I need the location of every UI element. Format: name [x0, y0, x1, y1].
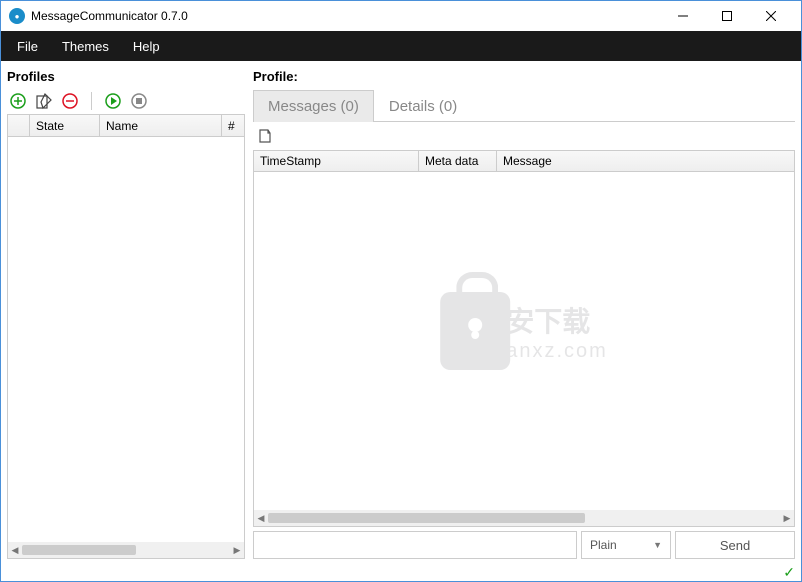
tab-details[interactable]: Details (0) — [374, 90, 472, 122]
format-select-value: Plain — [590, 538, 617, 552]
profiles-table: State Name # ◀ ▶ — [7, 114, 245, 559]
message-input[interactable] — [253, 531, 577, 559]
menu-themes[interactable]: Themes — [50, 33, 121, 60]
status-bar: ✓ — [1, 563, 801, 581]
status-ok-icon: ✓ — [783, 564, 795, 581]
profile-header: Profile: — [253, 69, 795, 84]
lock-icon — [440, 292, 510, 370]
messages-table-body[interactable]: 安下载 anxz.com ◀ ▶ — [253, 172, 795, 527]
menu-file[interactable]: File — [5, 33, 50, 60]
window-title: MessageCommunicator 0.7.0 — [31, 9, 661, 23]
profiles-col-blank[interactable] — [8, 115, 30, 136]
toolbar-separator — [91, 92, 92, 110]
add-profile-button[interactable] — [7, 90, 29, 112]
messages-col-message[interactable]: Message — [497, 151, 794, 171]
messages-toolbar — [253, 122, 795, 150]
profiles-header: Profiles — [7, 69, 245, 84]
profiles-col-hash[interactable]: # — [222, 115, 244, 136]
profiles-col-state[interactable]: State — [30, 115, 100, 136]
menu-bar: File Themes Help — [1, 31, 801, 61]
send-row: Plain ▼ Send — [253, 531, 795, 559]
chevron-down-icon: ▼ — [653, 540, 662, 550]
messages-table-header: TimeStamp Meta data Message — [253, 150, 795, 172]
close-button[interactable] — [749, 1, 793, 31]
tab-messages[interactable]: Messages (0) — [253, 90, 374, 122]
profiles-table-body[interactable] — [8, 137, 244, 542]
format-select[interactable]: Plain ▼ — [581, 531, 671, 559]
scroll-left-icon[interactable]: ◀ — [8, 543, 22, 557]
messages-hscrollbar[interactable]: ◀ ▶ — [254, 510, 794, 526]
messages-col-timestamp[interactable]: TimeStamp — [254, 151, 419, 171]
start-profile-button[interactable] — [102, 90, 124, 112]
profile-tabs: Messages (0) Details (0) — [253, 90, 795, 122]
scroll-right-icon[interactable]: ▶ — [780, 511, 794, 525]
app-icon: ● — [9, 8, 25, 24]
watermark: 安下载 anxz.com — [440, 292, 608, 370]
maximize-button[interactable] — [705, 1, 749, 31]
watermark-text-en: anxz.com — [506, 340, 608, 363]
new-message-button[interactable] — [255, 126, 275, 146]
send-button[interactable]: Send — [675, 531, 795, 559]
scroll-right-icon[interactable]: ▶ — [230, 543, 244, 557]
minimize-button[interactable] — [661, 1, 705, 31]
profiles-panel: Profiles — [1, 61, 251, 563]
scroll-left-icon[interactable]: ◀ — [254, 511, 268, 525]
title-bar: ● MessageCommunicator 0.7.0 — [1, 1, 801, 31]
edit-profile-button[interactable] — [33, 90, 55, 112]
delete-profile-button[interactable] — [59, 90, 81, 112]
profiles-hscrollbar[interactable]: ◀ ▶ — [8, 542, 244, 558]
profiles-toolbar — [7, 88, 245, 114]
messages-col-metadata[interactable]: Meta data — [419, 151, 497, 171]
profile-detail-panel: Profile: Messages (0) Details (0) TimeSt… — [251, 61, 801, 563]
profiles-col-name[interactable]: Name — [100, 115, 222, 136]
watermark-text-cn: 安下载 — [506, 300, 608, 340]
menu-help[interactable]: Help — [121, 33, 172, 60]
stop-profile-button[interactable] — [128, 90, 150, 112]
